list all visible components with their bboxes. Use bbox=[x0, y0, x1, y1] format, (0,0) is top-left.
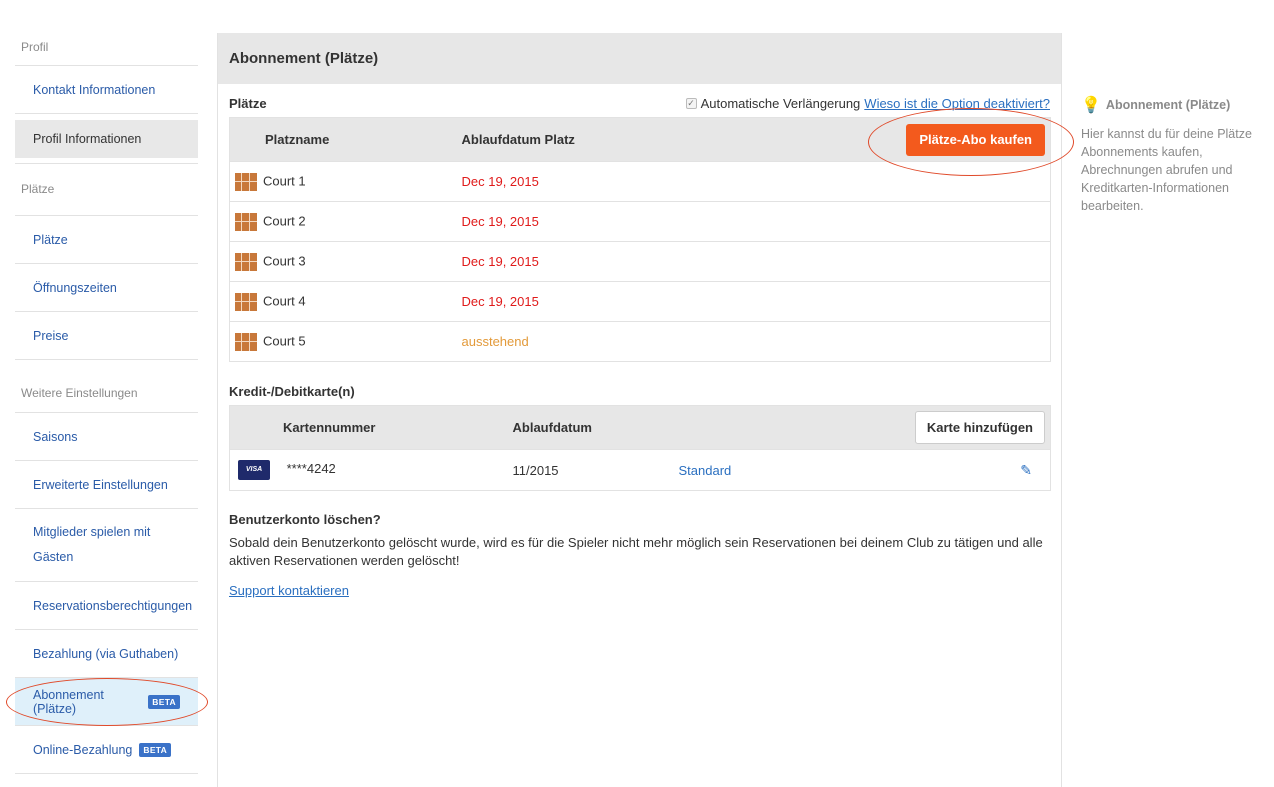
table-row: Court 1 Dec 19, 2015 bbox=[229, 161, 1051, 202]
court-expiry: Dec 19, 2015 bbox=[461, 161, 882, 202]
card-number: ****4242 bbox=[286, 461, 336, 477]
sidebar-item-oeffnungszeiten[interactable]: Öffnungszeiten bbox=[15, 264, 198, 312]
court-name-cell: Court 4 bbox=[229, 281, 462, 322]
court-expiry: Dec 19, 2015 bbox=[461, 281, 882, 322]
court-icon bbox=[235, 292, 257, 311]
sidebar-item-bezahlung[interactable]: Bezahlung (via Guthaben) bbox=[15, 630, 198, 678]
add-card-cell: Karte hinzufügen bbox=[782, 405, 1051, 450]
sidebar-item-online-bezahlung[interactable]: Online-Bezahlung BETA bbox=[15, 726, 198, 774]
column-header-platzname: Platzname bbox=[229, 117, 462, 162]
table-row: Court 2 Dec 19, 2015 bbox=[229, 201, 1051, 242]
cards-section-header: Kredit-/Debitkarte(n) bbox=[229, 384, 1050, 399]
column-header-kartennummer: Kartennummer bbox=[229, 405, 513, 450]
help-panel: 💡 Abonnement (Plätze) Hier kannst du für… bbox=[1081, 95, 1271, 215]
court-name-cell: Court 1 bbox=[229, 161, 462, 202]
auto-renew-checkbox[interactable]: ✓ bbox=[685, 98, 697, 109]
court-name: Court 5 bbox=[263, 332, 306, 348]
buy-button-cell: Plätze-Abo kaufen bbox=[881, 117, 1051, 162]
help-text: Hier kannst du für deine Plätze Abonneme… bbox=[1081, 127, 1252, 213]
empty-cell bbox=[881, 161, 1051, 202]
courts-table: Platzname Ablaufdatum Platz Plätze-Abo k… bbox=[229, 117, 1051, 362]
sidebar-item-kontakt-informationen[interactable]: Kontakt Informationen bbox=[15, 66, 198, 114]
sidebar-item-profil-informationen[interactable]: Profil Informationen bbox=[15, 120, 198, 158]
court-icon bbox=[235, 172, 257, 191]
settings-sidebar: Profil Kontakt Informationen Profil Info… bbox=[15, 30, 198, 774]
card-number-cell: VISA ****4242 bbox=[229, 449, 513, 491]
edit-cell: ✎ bbox=[782, 449, 1051, 491]
help-title: 💡 Abonnement (Plätze) bbox=[1081, 95, 1271, 115]
beta-badge: BETA bbox=[139, 742, 172, 757]
sidebar-item-preise[interactable]: Preise bbox=[15, 312, 198, 360]
sidebar-item-plaetze[interactable]: Plätze bbox=[15, 216, 198, 264]
court-icon bbox=[235, 252, 257, 271]
delete-account-title: Benutzerkonto löschen? bbox=[229, 512, 381, 527]
auto-renew: ✓ Automatische Verlängerung Wieso ist di… bbox=[685, 96, 1050, 111]
auto-renew-label: Automatische Verlängerung bbox=[700, 96, 861, 111]
empty-cell bbox=[881, 281, 1051, 322]
pencil-icon[interactable]: ✎ bbox=[1020, 462, 1032, 478]
sidebar-section-plaetze: Plätze bbox=[15, 164, 198, 216]
column-header-ablaufdatum: Ablaufdatum Platz bbox=[461, 117, 882, 162]
court-expiry: ausstehend bbox=[461, 321, 882, 362]
contact-support-link[interactable]: Support kontaktieren bbox=[229, 583, 349, 598]
sidebar-item-mitglieder-spielen-mit-gaesten[interactable]: Mitglieder spielen mit Gästen bbox=[15, 509, 198, 582]
court-name-cell: Court 3 bbox=[229, 241, 462, 282]
sidebar-section-profil: Profil bbox=[15, 30, 198, 66]
default-card-link[interactable]: Standard bbox=[679, 463, 732, 478]
sidebar-item-label: Abonnement (Plätze) bbox=[33, 687, 104, 716]
main-content: Plätze ✓ Automatische Verlängerung Wieso… bbox=[218, 96, 1061, 598]
court-expiry: Dec 19, 2015 bbox=[461, 201, 882, 242]
courts-table-header: Platzname Ablaufdatum Platz Plätze-Abo k… bbox=[229, 117, 1051, 162]
table-row: Court 5 ausstehend bbox=[229, 321, 1051, 362]
add-card-button[interactable]: Karte hinzufügen bbox=[914, 411, 1045, 444]
empty-cell bbox=[881, 201, 1051, 242]
beta-badge: BETA bbox=[148, 694, 180, 709]
empty-cell bbox=[881, 321, 1051, 362]
court-name: Court 1 bbox=[263, 172, 306, 188]
court-icon bbox=[235, 212, 257, 231]
sidebar-item-abonnement-plaetze[interactable]: Abonnement (Plätze) BETA bbox=[15, 678, 198, 726]
page-title: Abonnement (Plätze) bbox=[218, 33, 1061, 84]
delete-account-text: Sobald dein Benutzerkonto gelöscht wurde… bbox=[229, 535, 1043, 568]
courts-section-title: Plätze bbox=[229, 96, 267, 111]
buy-subscription-button[interactable]: Plätze-Abo kaufen bbox=[906, 123, 1045, 156]
table-row: VISA ****4242 11/2015 Standard ✎ bbox=[229, 449, 1051, 491]
lightbulb-icon: 💡 bbox=[1081, 97, 1101, 114]
court-expiry: Dec 19, 2015 bbox=[461, 241, 882, 282]
column-header-ablaufdatum: Ablaufdatum bbox=[512, 405, 679, 450]
sidebar-section-weitere-einstellungen: Weitere Einstellungen bbox=[15, 360, 198, 413]
card-default-cell: Standard bbox=[678, 449, 783, 491]
empty-header bbox=[678, 405, 783, 450]
sidebar-item-saisons[interactable]: Saisons bbox=[15, 413, 198, 461]
help-title-text: Abonnement (Plätze) bbox=[1105, 98, 1231, 112]
court-name-cell: Court 2 bbox=[229, 201, 462, 242]
sidebar-item-erweiterte-einstellungen[interactable]: Erweiterte Einstellungen bbox=[15, 461, 198, 509]
empty-cell bbox=[881, 241, 1051, 282]
cards-table: Kartennummer Ablaufdatum Karte hinzufüge… bbox=[229, 405, 1051, 491]
why-disabled-link[interactable]: Wieso ist die Option deaktiviert? bbox=[864, 96, 1050, 111]
sidebar-item-reservationsberechtigungen[interactable]: Reservationsberechtigungen bbox=[15, 582, 198, 630]
table-row: Court 4 Dec 19, 2015 bbox=[229, 281, 1051, 322]
court-icon bbox=[235, 332, 257, 351]
cards-table-header: Kartennummer Ablaufdatum Karte hinzufüge… bbox=[229, 405, 1051, 450]
court-name: Court 3 bbox=[263, 252, 306, 268]
cards-section-title: Kredit-/Debitkarte(n) bbox=[229, 384, 355, 399]
main-panel: Abonnement (Plätze) Plätze ✓ Automatisch… bbox=[217, 33, 1062, 787]
visa-icon: VISA bbox=[238, 460, 270, 480]
table-row: Court 3 Dec 19, 2015 bbox=[229, 241, 1051, 282]
court-name: Court 2 bbox=[263, 212, 306, 228]
courts-section-header: Plätze ✓ Automatische Verlängerung Wieso… bbox=[229, 96, 1050, 111]
card-expiry: 11/2015 bbox=[512, 449, 679, 491]
court-name-cell: Court 5 bbox=[229, 321, 462, 362]
court-name: Court 4 bbox=[263, 292, 306, 308]
sidebar-item-label: Online-Bezahlung bbox=[33, 742, 133, 757]
